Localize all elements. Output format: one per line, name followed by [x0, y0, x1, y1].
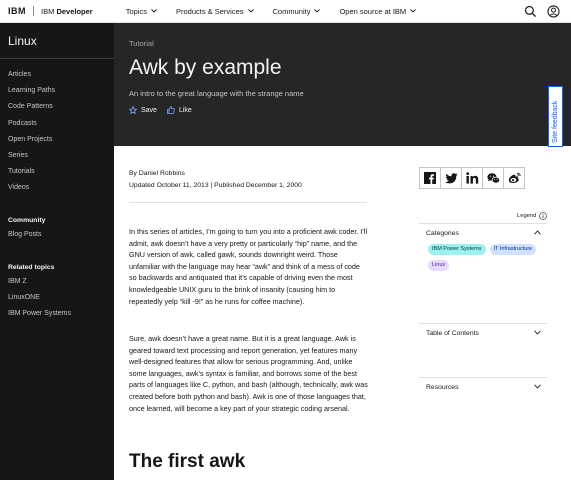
chevron-up-icon	[534, 230, 541, 235]
byline-divider	[129, 202, 367, 203]
top-navigation-bar: IBM IBM Developer Topics Products & Serv…	[0, 0, 571, 23]
page-subtitle: An intro to the great language with the …	[129, 89, 304, 98]
twitter-icon	[444, 172, 457, 183]
nav-products-services[interactable]: Products & Services	[176, 7, 254, 16]
site-feedback-tab[interactable]: Site feedback	[548, 86, 563, 147]
nav-topics[interactable]: Topics	[126, 7, 157, 16]
chevron-down-icon	[534, 330, 541, 335]
main-menu: Topics Products & Services Community Ope…	[126, 7, 435, 16]
article-dates: Updated October 11, 2013 | Published Dec…	[129, 181, 302, 189]
chevron-down-icon	[314, 9, 321, 13]
sidebar-item-open-projects[interactable]: Open Projects	[8, 135, 55, 151]
brand-prefix: IBM	[41, 6, 55, 16]
resources-label: Resources	[426, 384, 459, 391]
categories-header[interactable]: Categories	[419, 224, 547, 244]
tag-ibm-power-systems[interactable]: IBM Power Systems	[428, 244, 486, 255]
nav-utilities	[514, 5, 560, 18]
save-label: Save	[141, 106, 157, 114]
nav-community[interactable]: Community	[273, 7, 321, 16]
sidebar-nav-list: Articles Learning Paths Code Patterns Po…	[8, 70, 55, 200]
share-wechat-button[interactable]	[482, 167, 504, 189]
chevron-down-icon	[534, 384, 541, 389]
sidebar-community-heading: Community	[8, 217, 46, 224]
sidebar-item-learning-paths[interactable]: Learning Paths	[8, 86, 55, 102]
share-bar	[419, 167, 525, 189]
article-paragraph-2: Sure, awk doesn’t have a great name. But…	[129, 334, 368, 413]
left-sidebar: Linux Articles Learning Paths Code Patte…	[0, 23, 114, 480]
sidebar-item-code-patterns[interactable]: Code Patterns	[8, 102, 55, 118]
table-of-contents-header[interactable]: Table of Contents	[419, 324, 547, 344]
like-label: Like	[178, 106, 192, 114]
sidebar-item-articles[interactable]: Articles	[8, 70, 55, 86]
sidebar-item-podcasts[interactable]: Podcasts	[8, 119, 55, 135]
categories-label: Categories	[426, 230, 459, 237]
linkedin-icon	[465, 172, 478, 184]
sidebar-title[interactable]: Linux	[8, 34, 37, 48]
table-of-contents-accordion: Table of Contents	[419, 323, 547, 344]
article-byline: By Daniel Robbins Updated October 11, 20…	[129, 168, 302, 191]
wechat-icon	[486, 172, 500, 183]
tag-linux[interactable]: Linux	[428, 260, 450, 271]
share-weibo-button[interactable]	[503, 167, 525, 189]
share-facebook-button[interactable]	[419, 167, 441, 189]
tag-it-infrastructure[interactable]: IT Infrastructure	[489, 244, 537, 255]
legend-toggle[interactable]: Legend	[517, 212, 548, 220]
sidebar-item-ibm-power-systems[interactable]: IBM Power Systems	[8, 310, 71, 317]
user-icon[interactable]	[547, 5, 560, 18]
section-heading: The first awk	[129, 451, 246, 472]
sidebar-related-heading: Related topics	[8, 264, 55, 271]
thumbs-up-icon	[167, 106, 175, 114]
brand-name[interactable]: IBM Developer	[41, 7, 93, 16]
sidebar-item-tutorials[interactable]: Tutorials	[8, 167, 55, 183]
chevron-down-icon	[410, 9, 416, 13]
sidebar-item-blog-posts[interactable]: Blog Posts	[8, 231, 41, 238]
weibo-icon	[508, 172, 521, 183]
share-linkedin-button[interactable]	[461, 167, 483, 189]
resources-accordion: Resources	[419, 377, 547, 398]
article-hero: Tutorial Awk by example An intro to the …	[114, 23, 571, 146]
sidebar-item-linuxone[interactable]: LinuxONE	[8, 294, 40, 301]
article-paragraph-1: In this series of articles, I’m going to…	[129, 227, 368, 306]
nav-open-source[interactable]: Open source at IBM	[339, 7, 416, 16]
chevron-down-icon	[247, 9, 254, 13]
chevron-down-icon	[151, 9, 157, 13]
sidebar-item-ibm-z[interactable]: IBM Z	[8, 278, 27, 285]
facebook-icon	[424, 172, 436, 184]
nav-community-label: Community	[272, 6, 311, 16]
ibm-logo[interactable]: IBM	[8, 6, 26, 16]
save-button[interactable]: Save	[129, 106, 157, 114]
table-of-contents-label: Table of Contents	[426, 330, 479, 337]
categories-accordion: Categories IBM Power Systems IT Infrastr…	[419, 223, 547, 276]
sidebar-item-series[interactable]: Series	[8, 151, 55, 167]
author-name[interactable]: By Daniel Robbins	[129, 168, 302, 180]
like-button[interactable]: Like	[167, 106, 192, 114]
category-tags: IBM Power Systems IT Infrastructure Linu…	[419, 244, 547, 276]
sidebar-divider	[0, 58, 114, 59]
nav-open-source-label: Open source at IBM	[339, 6, 407, 16]
share-twitter-button[interactable]	[440, 167, 462, 189]
nav-products-label: Products & Services	[175, 6, 244, 16]
site-feedback-label: Site feedback	[552, 100, 559, 143]
resources-header[interactable]: Resources	[419, 378, 547, 398]
bookmark-icon	[129, 106, 137, 114]
search-icon[interactable]	[524, 5, 537, 18]
logo-divider	[33, 6, 34, 16]
brand-suffix: Developer	[56, 6, 93, 16]
sidebar-item-videos[interactable]: Videos	[8, 183, 55, 199]
nav-topics-label: Topics	[125, 6, 147, 16]
content-type-label: Tutorial	[129, 39, 154, 48]
legend-label: Legend	[517, 213, 537, 219]
hero-actions: Save Like	[129, 106, 202, 114]
page-title: Awk by example	[129, 56, 282, 79]
info-icon	[539, 212, 548, 220]
